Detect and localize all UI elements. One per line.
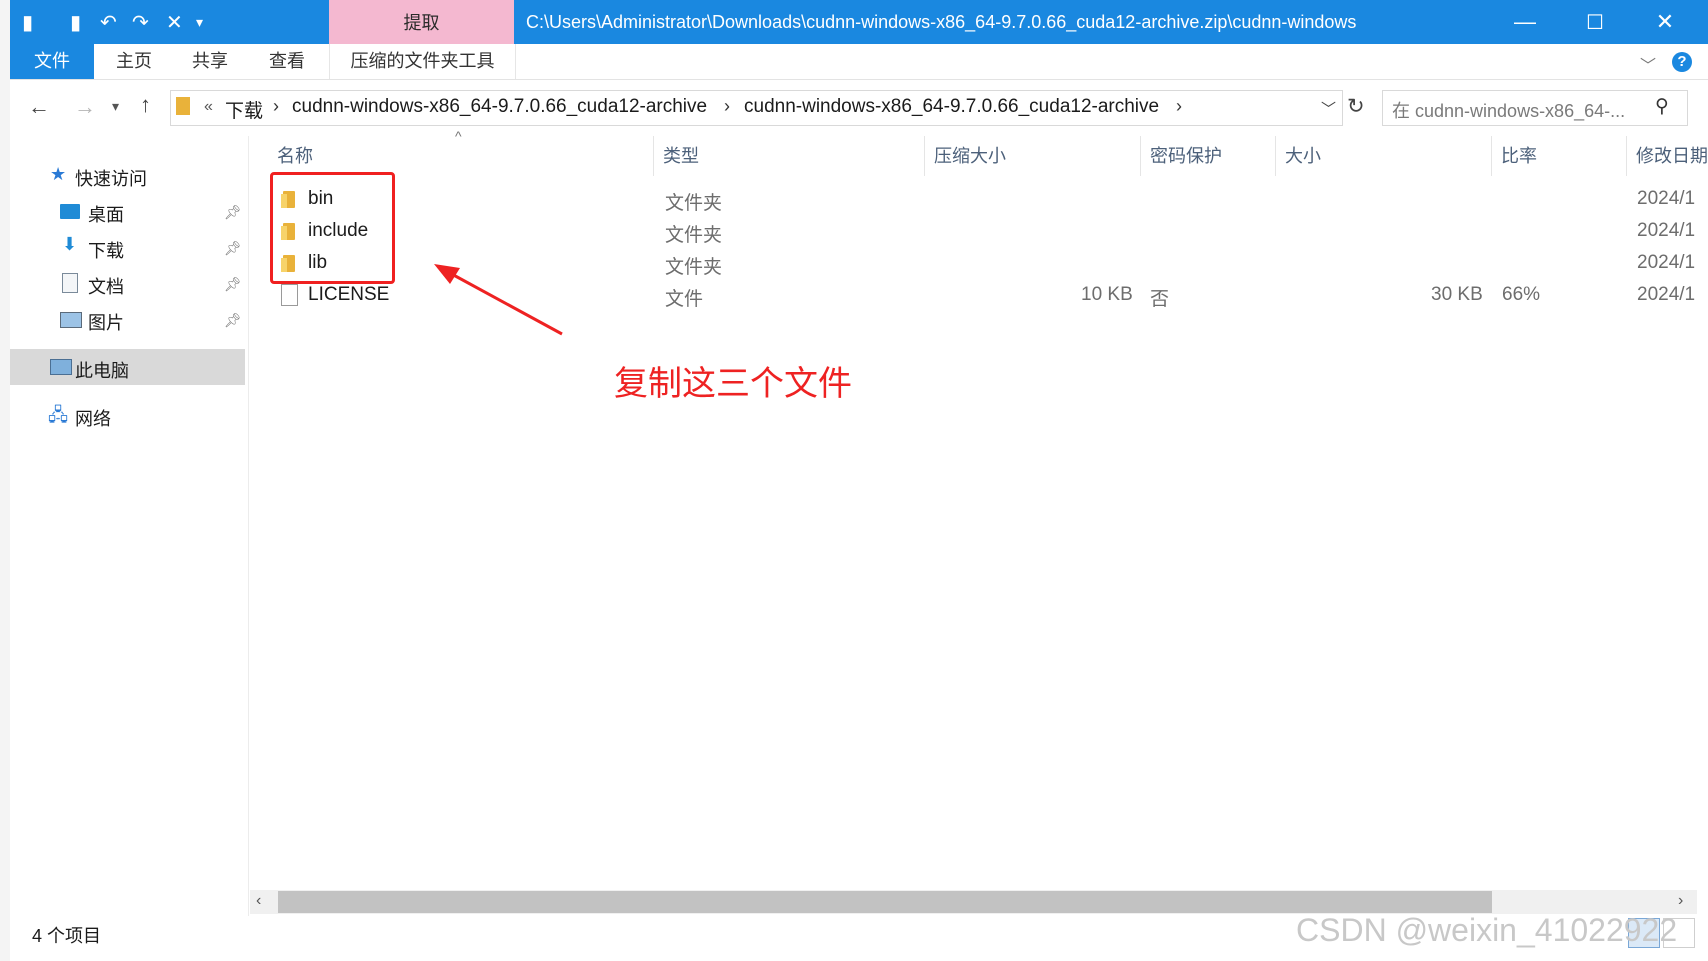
- tab-compressed-folder-tools[interactable]: 压缩的文件夹工具: [329, 44, 516, 79]
- redo-icon[interactable]: ↷: [132, 10, 149, 35]
- star-icon: ★: [50, 164, 67, 184]
- scroll-right-icon[interactable]: ›: [1678, 892, 1683, 910]
- expand-ribbon-icon[interactable]: ﹀: [1640, 52, 1656, 76]
- file-compressed-size: 10 KB: [1081, 284, 1133, 305]
- nav-item-pictures[interactable]: 图片: [88, 309, 124, 335]
- forward-icon[interactable]: →: [74, 94, 96, 120]
- this-pc-icon: [50, 359, 72, 375]
- address-folder-icon: [176, 97, 190, 115]
- tab-share[interactable]: 共享: [180, 44, 240, 79]
- tab-home[interactable]: 主页: [104, 44, 164, 79]
- annotation-text: 复制这三个文件: [614, 365, 852, 403]
- chevron-right-icon[interactable]: ›: [724, 96, 730, 117]
- file-modified: 2024/1: [1637, 284, 1696, 305]
- column-header-password[interactable]: 密码保护: [1150, 142, 1222, 168]
- file-name[interactable]: LICENSE: [308, 284, 389, 306]
- breadcrumb-downloads[interactable]: 下载: [225, 96, 263, 123]
- pin-icon[interactable]: 📌︎: [224, 204, 242, 221]
- maximize-button[interactable]: ☐: [1560, 0, 1630, 44]
- column-header-type[interactable]: 类型: [663, 142, 699, 168]
- file-modified: 2024/1: [1637, 252, 1696, 273]
- minimize-button[interactable]: —: [1490, 0, 1560, 44]
- column-header-ratio[interactable]: 比率: [1501, 142, 1537, 168]
- column-divider[interactable]: [1626, 136, 1627, 176]
- file-ratio: 66%: [1502, 284, 1541, 305]
- pin-icon[interactable]: 📌︎: [224, 312, 242, 329]
- nav-item-desktop[interactable]: 桌面: [88, 201, 124, 227]
- nav-quick-access[interactable]: 快速访问: [75, 165, 147, 191]
- properties-icon[interactable]: ▮: [70, 10, 81, 35]
- customize-quick-access-icon[interactable]: ▾: [196, 14, 203, 31]
- nav-item-documents[interactable]: 文档: [88, 273, 124, 299]
- file-type: 文件夹: [665, 257, 723, 278]
- nav-network[interactable]: 网络: [75, 405, 111, 431]
- pin-icon[interactable]: 📌︎: [224, 276, 242, 293]
- documents-icon: [62, 273, 78, 293]
- file-modified: 2024/1: [1637, 220, 1696, 241]
- sort-ascending-icon: ^: [455, 128, 462, 144]
- column-header-size[interactable]: 大小: [1285, 142, 1321, 168]
- tab-extract[interactable]: 提取: [329, 0, 514, 44]
- file-type: 文件夹: [665, 225, 723, 246]
- nav-this-pc[interactable]: 此电脑: [75, 357, 129, 383]
- tab-view[interactable]: 查看: [257, 44, 317, 79]
- address-dropdown-icon[interactable]: ﹀: [1321, 98, 1336, 119]
- search-icon[interactable]: ⚲: [1655, 95, 1669, 118]
- up-icon[interactable]: ↑: [140, 92, 151, 118]
- help-icon[interactable]: ?: [1672, 52, 1692, 72]
- delete-icon[interactable]: ✕: [166, 10, 183, 35]
- column-divider[interactable]: [924, 136, 925, 176]
- chevron-right-icon[interactable]: ›: [1176, 96, 1182, 117]
- column-header-modified[interactable]: 修改日期: [1636, 142, 1708, 168]
- scrollbar-thumb[interactable]: [278, 891, 1492, 913]
- pin-icon[interactable]: 📌︎: [224, 240, 242, 257]
- pictures-icon: [60, 312, 82, 328]
- annotation-arrow: [434, 264, 563, 336]
- network-icon: 🖧︎: [48, 405, 69, 425]
- chevron-right-icon[interactable]: ›: [273, 96, 279, 117]
- search-input[interactable]: 在 cudnn-windows-x86_64-... ⚲: [1382, 90, 1688, 126]
- tab-file[interactable]: 文件: [10, 44, 94, 79]
- window-title: C:\Users\Administrator\Downloads\cudnn-w…: [526, 12, 1357, 32]
- file-type: 文件夹: [665, 193, 723, 214]
- file-type: 文件: [665, 289, 704, 310]
- highlight-box: [270, 172, 395, 284]
- file-size: 30 KB: [1431, 284, 1483, 305]
- folder-icon: ▮: [22, 12, 34, 34]
- close-button[interactable]: ✕: [1630, 0, 1700, 44]
- breadcrumb-archive-folder[interactable]: cudnn-windows-x86_64-9.7.0.66_cuda12-arc…: [744, 96, 1159, 118]
- breadcrumb-overflow[interactable]: «: [204, 98, 213, 116]
- scroll-left-icon[interactable]: ‹: [256, 892, 261, 910]
- column-divider[interactable]: [1140, 136, 1141, 176]
- recent-locations-icon[interactable]: ▾: [112, 98, 119, 115]
- file-password: 否: [1150, 289, 1170, 310]
- file-icon: [281, 284, 298, 306]
- undo-icon[interactable]: ↶: [100, 10, 117, 35]
- nav-item-downloads[interactable]: 下载: [88, 237, 124, 263]
- column-divider[interactable]: [1275, 136, 1276, 176]
- download-icon: ⬇: [62, 234, 78, 254]
- file-modified: 2024/1: [1637, 188, 1696, 209]
- column-header-name[interactable]: 名称: [277, 142, 313, 168]
- item-count: 4 个项目: [32, 926, 102, 946]
- column-header-compressed-size[interactable]: 压缩大小: [934, 142, 1006, 168]
- back-icon[interactable]: ←: [28, 94, 50, 120]
- watermark: CSDN @weixin_41022922: [1296, 912, 1678, 948]
- search-placeholder: 在 cudnn-windows-x86_64-...: [1392, 101, 1626, 121]
- column-divider[interactable]: [1491, 136, 1492, 176]
- refresh-icon[interactable]: ↻: [1347, 94, 1365, 119]
- navigation-pane: [10, 136, 249, 916]
- desktop-icon: [60, 204, 80, 219]
- column-divider[interactable]: [653, 136, 654, 176]
- breadcrumb-archive-zip[interactable]: cudnn-windows-x86_64-9.7.0.66_cuda12-arc…: [292, 96, 707, 118]
